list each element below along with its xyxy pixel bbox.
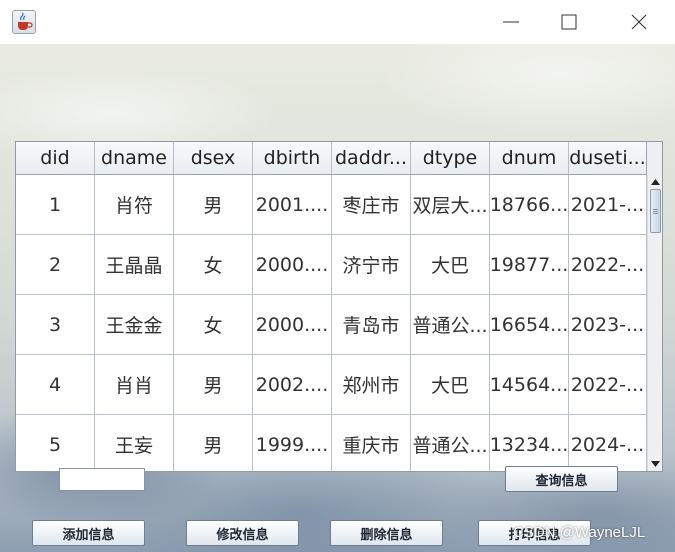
scroll-down-arrow-icon[interactable] — [648, 457, 663, 471]
add-button[interactable]: 添加信息 — [32, 520, 145, 546]
table-cell[interactable]: 1999.... — [253, 415, 332, 471]
table-cell[interactable]: 王妄 — [95, 415, 174, 471]
table-cell[interactable]: 肖符 — [95, 175, 174, 234]
table-cell[interactable]: 1 — [16, 175, 95, 234]
content-panel: did dname dsex dbirth daddr... dtype dnu… — [0, 44, 675, 552]
watermark: CSDN @WayneLJL — [513, 524, 646, 541]
table-cell[interactable]: 2000.... — [253, 235, 332, 294]
column-header-dusetime[interactable]: duseti... — [569, 142, 647, 174]
table-cell[interactable]: 男 — [174, 355, 253, 414]
minimize-icon — [503, 21, 519, 23]
column-header-dnum[interactable]: dnum — [490, 142, 569, 174]
table-cell[interactable]: 济宁市 — [332, 235, 411, 294]
table-cell[interactable]: 13234... — [490, 415, 569, 471]
scroll-up-arrow-icon[interactable] — [648, 175, 663, 189]
table-cell[interactable]: 2001.... — [253, 175, 332, 234]
table-cell[interactable]: 2022-... — [569, 235, 647, 294]
table-row[interactable]: 4 肖肖 男 2002.... 郑州市 大巴 14564... 2022-... — [16, 355, 647, 415]
title-bar — [0, 0, 675, 44]
close-icon — [631, 14, 647, 30]
query-button[interactable]: 查询信息 — [505, 466, 618, 492]
table-cell[interactable]: 2002.... — [253, 355, 332, 414]
table-row[interactable]: 5 王妄 男 1999.... 重庆市 普通公... 13234... 2024… — [16, 415, 647, 471]
table-row[interactable]: 2 王晶晶 女 2000.... 济宁市 大巴 19877... 2022-..… — [16, 235, 647, 295]
table-cell[interactable]: 2 — [16, 235, 95, 294]
table-cell[interactable]: 大巴 — [411, 355, 490, 414]
table-cell[interactable]: 重庆市 — [332, 415, 411, 471]
table-body: 1 肖符 男 2001.... 枣庄市 双层大... 18766... 2021… — [16, 175, 647, 471]
table-cell[interactable]: 男 — [174, 415, 253, 471]
table-cell[interactable]: 2024-... — [569, 415, 647, 471]
table-cell[interactable]: 枣庄市 — [332, 175, 411, 234]
minimize-button[interactable] — [488, 4, 534, 40]
vertical-scrollbar[interactable] — [647, 175, 662, 471]
table-cell[interactable]: 郑州市 — [332, 355, 411, 414]
column-header-dtype[interactable]: dtype — [411, 142, 490, 174]
table-row[interactable]: 1 肖符 男 2001.... 枣庄市 双层大... 18766... 2021… — [16, 175, 647, 235]
search-input[interactable] — [59, 468, 145, 491]
delete-button[interactable]: 删除信息 — [330, 520, 443, 546]
maximize-button[interactable] — [546, 4, 592, 40]
table-cell[interactable]: 2022-... — [569, 355, 647, 414]
table-cell[interactable]: 3 — [16, 295, 95, 354]
column-header-dsex[interactable]: dsex — [174, 142, 253, 174]
table-cell[interactable]: 18766... — [490, 175, 569, 234]
table-cell[interactable]: 青岛市 — [332, 295, 411, 354]
table-cell[interactable]: 2021-... — [569, 175, 647, 234]
table-cell[interactable]: 16654... — [490, 295, 569, 354]
table-cell[interactable]: 男 — [174, 175, 253, 234]
table-cell[interactable]: 王晶晶 — [95, 235, 174, 294]
table-cell[interactable]: 普通公... — [411, 415, 490, 471]
table-cell[interactable]: 女 — [174, 295, 253, 354]
edit-button[interactable]: 修改信息 — [186, 520, 299, 546]
column-header-did[interactable]: did — [16, 142, 95, 174]
table-cell[interactable]: 大巴 — [411, 235, 490, 294]
table-cell[interactable]: 双层大... — [411, 175, 490, 234]
table-cell[interactable]: 19877... — [490, 235, 569, 294]
table-cell[interactable]: 2000.... — [253, 295, 332, 354]
column-header-dbirth[interactable]: dbirth — [253, 142, 332, 174]
table-cell[interactable]: 5 — [16, 415, 95, 471]
column-header-daddr[interactable]: daddr... — [332, 142, 411, 174]
java-app-icon — [12, 10, 36, 34]
table-cell[interactable]: 王金金 — [95, 295, 174, 354]
table-header: did dname dsex dbirth daddr... dtype dnu… — [16, 142, 647, 175]
column-header-dname[interactable]: dname — [95, 142, 174, 174]
table-cell[interactable]: 4 — [16, 355, 95, 414]
close-button[interactable] — [616, 4, 662, 40]
table-cell[interactable]: 肖肖 — [95, 355, 174, 414]
driver-table[interactable]: did dname dsex dbirth daddr... dtype dnu… — [15, 141, 663, 472]
maximize-icon — [561, 14, 577, 30]
table-cell[interactable]: 女 — [174, 235, 253, 294]
table-row[interactable]: 3 王金金 女 2000.... 青岛市 普通公... 16654... 202… — [16, 295, 647, 355]
header-corner — [647, 142, 662, 175]
table-cell[interactable]: 2023-... — [569, 295, 647, 354]
scrollbar-thumb[interactable] — [650, 189, 661, 233]
table-cell[interactable]: 普通公... — [411, 295, 490, 354]
table-cell[interactable]: 14564... — [490, 355, 569, 414]
